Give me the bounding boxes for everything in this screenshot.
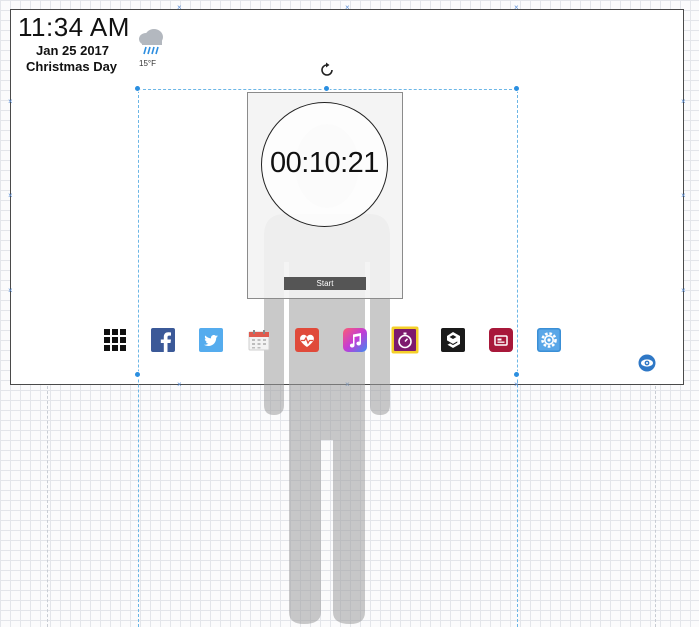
connection-point[interactable]: ×	[8, 287, 13, 295]
connection-point[interactable]: ×	[514, 381, 519, 389]
weather-temperature: 15°F	[139, 59, 156, 68]
apps-grid-icon[interactable]	[103, 328, 127, 352]
start-button[interactable]: Start	[284, 277, 366, 290]
9gag-icon[interactable]	[441, 328, 465, 352]
canvas-guide-right	[655, 386, 656, 627]
twitter-icon[interactable]	[199, 328, 223, 352]
connection-point[interactable]: ×	[177, 381, 182, 389]
rain-cloud-icon	[139, 29, 163, 55]
selection-guide-right	[517, 90, 518, 627]
connection-point[interactable]: ×	[514, 4, 519, 12]
connection-point[interactable]: ×	[345, 4, 350, 12]
settings-icon[interactable]	[537, 328, 561, 352]
connection-point[interactable]: ×	[681, 192, 686, 200]
connection-point[interactable]: ×	[681, 98, 686, 106]
clock-time: 11:34 AM	[18, 12, 130, 42]
resize-handle-top[interactable]	[323, 85, 330, 92]
flipboard-icon[interactable]	[489, 328, 513, 352]
resize-handle-top-right[interactable]	[513, 85, 520, 92]
stopwatch-readout: 00:10:21	[270, 147, 379, 179]
stopwatch-icon[interactable]	[391, 326, 419, 354]
music-icon[interactable]	[343, 328, 367, 352]
resize-handle-top-left[interactable]	[134, 85, 141, 92]
connection-point[interactable]: ×	[681, 287, 686, 295]
facebook-icon[interactable]	[151, 328, 175, 352]
calendar-icon[interactable]	[247, 328, 271, 352]
eye-icon[interactable]	[638, 354, 656, 372]
rotate-handle-icon[interactable]	[319, 62, 335, 78]
connection-point[interactable]: ×	[345, 381, 350, 389]
resize-handle-bottom-right[interactable]	[513, 371, 520, 378]
clock-date: Jan 25 2017	[36, 43, 110, 58]
connection-point[interactable]: ×	[177, 4, 182, 12]
connection-point[interactable]: ×	[8, 192, 13, 200]
clock-holiday: Christmas Day	[26, 59, 118, 74]
health-icon[interactable]	[295, 328, 319, 352]
canvas-guide-left	[47, 386, 48, 627]
selection-guide-left	[138, 90, 139, 627]
resize-handle-bottom-left[interactable]	[134, 371, 141, 378]
stopwatch-dial: 00:10:21	[261, 102, 388, 227]
connection-point[interactable]: ×	[8, 98, 13, 106]
stopwatch-panel[interactable]: 00:10:21 Start	[247, 92, 403, 299]
